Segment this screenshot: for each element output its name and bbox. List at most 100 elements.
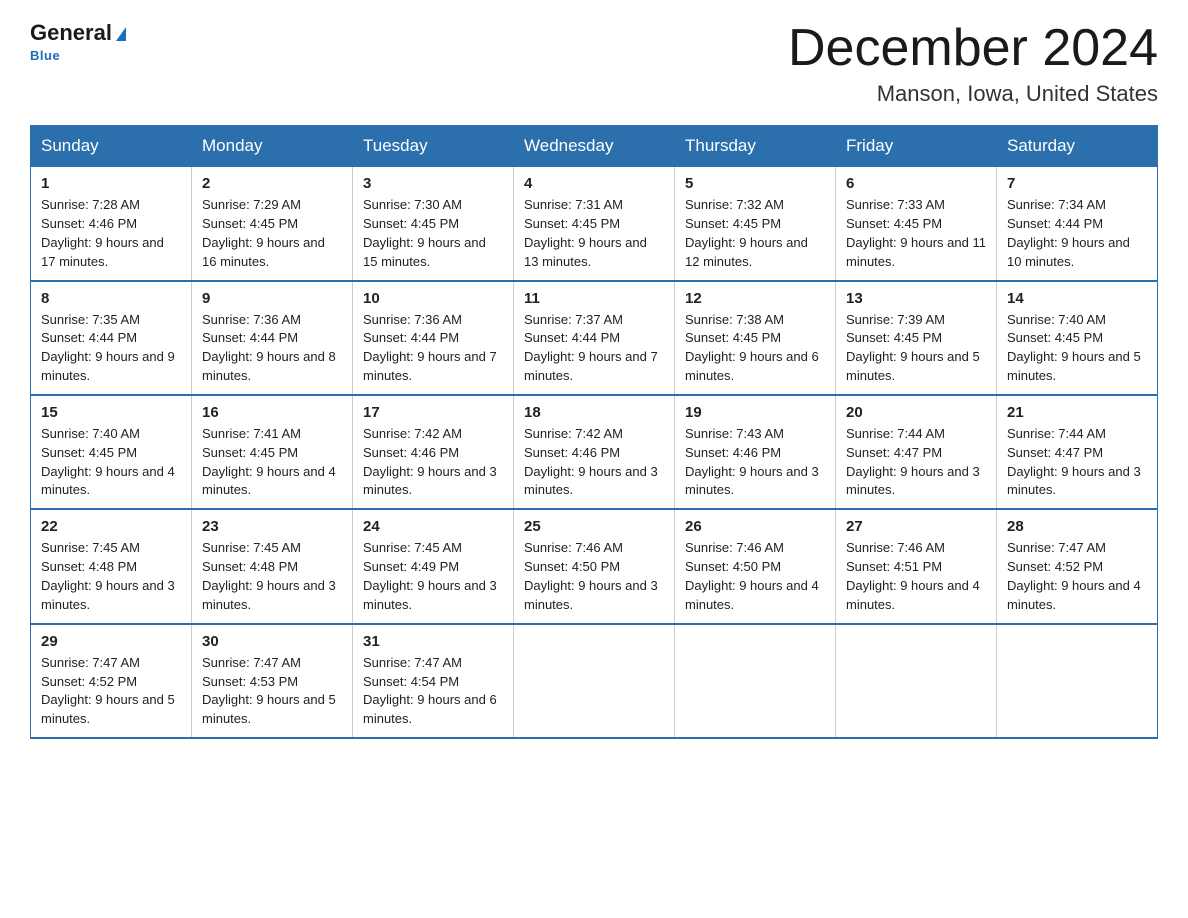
day-info: Sunrise: 7:28 AMSunset: 4:46 PMDaylight:… bbox=[41, 196, 181, 271]
calendar-cell: 28 Sunrise: 7:47 AMSunset: 4:52 PMDaylig… bbox=[997, 509, 1158, 623]
day-info: Sunrise: 7:38 AMSunset: 4:45 PMDaylight:… bbox=[685, 311, 825, 386]
calendar-cell bbox=[514, 624, 675, 738]
calendar-cell: 23 Sunrise: 7:45 AMSunset: 4:48 PMDaylig… bbox=[192, 509, 353, 623]
calendar-cell: 13 Sunrise: 7:39 AMSunset: 4:45 PMDaylig… bbox=[836, 281, 997, 395]
day-number: 13 bbox=[846, 290, 986, 307]
day-info: Sunrise: 7:47 AMSunset: 4:52 PMDaylight:… bbox=[1007, 539, 1147, 614]
day-info: Sunrise: 7:42 AMSunset: 4:46 PMDaylight:… bbox=[524, 425, 664, 500]
day-number: 21 bbox=[1007, 404, 1147, 421]
calendar-cell: 24 Sunrise: 7:45 AMSunset: 4:49 PMDaylig… bbox=[353, 509, 514, 623]
day-number: 22 bbox=[41, 518, 181, 535]
calendar-cell: 1 Sunrise: 7:28 AMSunset: 4:46 PMDayligh… bbox=[31, 167, 192, 281]
day-number: 30 bbox=[202, 633, 342, 650]
calendar-cell: 25 Sunrise: 7:46 AMSunset: 4:50 PMDaylig… bbox=[514, 509, 675, 623]
day-number: 9 bbox=[202, 290, 342, 307]
calendar-week-2: 8 Sunrise: 7:35 AMSunset: 4:44 PMDayligh… bbox=[31, 281, 1158, 395]
col-friday: Friday bbox=[836, 126, 997, 167]
calendar-cell: 27 Sunrise: 7:46 AMSunset: 4:51 PMDaylig… bbox=[836, 509, 997, 623]
col-tuesday: Tuesday bbox=[353, 126, 514, 167]
col-saturday: Saturday bbox=[997, 126, 1158, 167]
day-number: 11 bbox=[524, 290, 664, 307]
calendar-cell: 26 Sunrise: 7:46 AMSunset: 4:50 PMDaylig… bbox=[675, 509, 836, 623]
page-header: General Blue December 2024 Manson, Iowa,… bbox=[30, 20, 1158, 107]
location-title: Manson, Iowa, United States bbox=[788, 81, 1158, 107]
title-area: December 2024 Manson, Iowa, United State… bbox=[788, 20, 1158, 107]
day-info: Sunrise: 7:36 AMSunset: 4:44 PMDaylight:… bbox=[363, 311, 503, 386]
day-info: Sunrise: 7:45 AMSunset: 4:48 PMDaylight:… bbox=[202, 539, 342, 614]
calendar-cell: 16 Sunrise: 7:41 AMSunset: 4:45 PMDaylig… bbox=[192, 395, 353, 509]
calendar-week-4: 22 Sunrise: 7:45 AMSunset: 4:48 PMDaylig… bbox=[31, 509, 1158, 623]
calendar-cell: 7 Sunrise: 7:34 AMSunset: 4:44 PMDayligh… bbox=[997, 167, 1158, 281]
day-number: 19 bbox=[685, 404, 825, 421]
logo-text: General bbox=[30, 20, 126, 46]
day-number: 24 bbox=[363, 518, 503, 535]
day-info: Sunrise: 7:47 AMSunset: 4:52 PMDaylight:… bbox=[41, 654, 181, 729]
logo: General Blue bbox=[30, 20, 126, 63]
calendar-cell: 3 Sunrise: 7:30 AMSunset: 4:45 PMDayligh… bbox=[353, 167, 514, 281]
calendar-cell bbox=[997, 624, 1158, 738]
calendar-cell: 19 Sunrise: 7:43 AMSunset: 4:46 PMDaylig… bbox=[675, 395, 836, 509]
calendar-cell bbox=[836, 624, 997, 738]
col-thursday: Thursday bbox=[675, 126, 836, 167]
calendar-cell: 18 Sunrise: 7:42 AMSunset: 4:46 PMDaylig… bbox=[514, 395, 675, 509]
logo-blue: Blue bbox=[30, 48, 60, 63]
col-wednesday: Wednesday bbox=[514, 126, 675, 167]
logo-triangle-icon bbox=[116, 27, 126, 41]
calendar-table: Sunday Monday Tuesday Wednesday Thursday… bbox=[30, 125, 1158, 739]
day-number: 27 bbox=[846, 518, 986, 535]
day-number: 3 bbox=[363, 175, 503, 192]
calendar-cell: 4 Sunrise: 7:31 AMSunset: 4:45 PMDayligh… bbox=[514, 167, 675, 281]
day-info: Sunrise: 7:47 AMSunset: 4:54 PMDaylight:… bbox=[363, 654, 503, 729]
day-info: Sunrise: 7:46 AMSunset: 4:50 PMDaylight:… bbox=[524, 539, 664, 614]
calendar-cell: 6 Sunrise: 7:33 AMSunset: 4:45 PMDayligh… bbox=[836, 167, 997, 281]
calendar-cell: 21 Sunrise: 7:44 AMSunset: 4:47 PMDaylig… bbox=[997, 395, 1158, 509]
day-info: Sunrise: 7:47 AMSunset: 4:53 PMDaylight:… bbox=[202, 654, 342, 729]
day-info: Sunrise: 7:32 AMSunset: 4:45 PMDaylight:… bbox=[685, 196, 825, 271]
day-number: 14 bbox=[1007, 290, 1147, 307]
day-number: 20 bbox=[846, 404, 986, 421]
day-info: Sunrise: 7:31 AMSunset: 4:45 PMDaylight:… bbox=[524, 196, 664, 271]
day-number: 1 bbox=[41, 175, 181, 192]
day-info: Sunrise: 7:41 AMSunset: 4:45 PMDaylight:… bbox=[202, 425, 342, 500]
day-info: Sunrise: 7:35 AMSunset: 4:44 PMDaylight:… bbox=[41, 311, 181, 386]
calendar-cell: 9 Sunrise: 7:36 AMSunset: 4:44 PMDayligh… bbox=[192, 281, 353, 395]
day-number: 29 bbox=[41, 633, 181, 650]
day-info: Sunrise: 7:29 AMSunset: 4:45 PMDaylight:… bbox=[202, 196, 342, 271]
calendar-cell: 8 Sunrise: 7:35 AMSunset: 4:44 PMDayligh… bbox=[31, 281, 192, 395]
calendar-cell bbox=[675, 624, 836, 738]
day-info: Sunrise: 7:46 AMSunset: 4:50 PMDaylight:… bbox=[685, 539, 825, 614]
day-number: 5 bbox=[685, 175, 825, 192]
calendar-cell: 2 Sunrise: 7:29 AMSunset: 4:45 PMDayligh… bbox=[192, 167, 353, 281]
day-info: Sunrise: 7:42 AMSunset: 4:46 PMDaylight:… bbox=[363, 425, 503, 500]
calendar-cell: 5 Sunrise: 7:32 AMSunset: 4:45 PMDayligh… bbox=[675, 167, 836, 281]
day-number: 6 bbox=[846, 175, 986, 192]
day-info: Sunrise: 7:44 AMSunset: 4:47 PMDaylight:… bbox=[846, 425, 986, 500]
day-info: Sunrise: 7:45 AMSunset: 4:48 PMDaylight:… bbox=[41, 539, 181, 614]
day-info: Sunrise: 7:46 AMSunset: 4:51 PMDaylight:… bbox=[846, 539, 986, 614]
calendar-cell: 31 Sunrise: 7:47 AMSunset: 4:54 PMDaylig… bbox=[353, 624, 514, 738]
calendar-cell: 30 Sunrise: 7:47 AMSunset: 4:53 PMDaylig… bbox=[192, 624, 353, 738]
calendar-week-1: 1 Sunrise: 7:28 AMSunset: 4:46 PMDayligh… bbox=[31, 167, 1158, 281]
calendar-cell: 11 Sunrise: 7:37 AMSunset: 4:44 PMDaylig… bbox=[514, 281, 675, 395]
day-number: 8 bbox=[41, 290, 181, 307]
day-info: Sunrise: 7:33 AMSunset: 4:45 PMDaylight:… bbox=[846, 196, 986, 271]
calendar-header-row: Sunday Monday Tuesday Wednesday Thursday… bbox=[31, 126, 1158, 167]
day-info: Sunrise: 7:36 AMSunset: 4:44 PMDaylight:… bbox=[202, 311, 342, 386]
calendar-cell: 17 Sunrise: 7:42 AMSunset: 4:46 PMDaylig… bbox=[353, 395, 514, 509]
day-info: Sunrise: 7:45 AMSunset: 4:49 PMDaylight:… bbox=[363, 539, 503, 614]
day-number: 31 bbox=[363, 633, 503, 650]
calendar-cell: 20 Sunrise: 7:44 AMSunset: 4:47 PMDaylig… bbox=[836, 395, 997, 509]
calendar-week-3: 15 Sunrise: 7:40 AMSunset: 4:45 PMDaylig… bbox=[31, 395, 1158, 509]
day-number: 17 bbox=[363, 404, 503, 421]
day-number: 25 bbox=[524, 518, 664, 535]
calendar-cell: 12 Sunrise: 7:38 AMSunset: 4:45 PMDaylig… bbox=[675, 281, 836, 395]
day-number: 18 bbox=[524, 404, 664, 421]
day-number: 15 bbox=[41, 404, 181, 421]
day-info: Sunrise: 7:43 AMSunset: 4:46 PMDaylight:… bbox=[685, 425, 825, 500]
day-number: 23 bbox=[202, 518, 342, 535]
day-info: Sunrise: 7:39 AMSunset: 4:45 PMDaylight:… bbox=[846, 311, 986, 386]
day-number: 16 bbox=[202, 404, 342, 421]
day-number: 12 bbox=[685, 290, 825, 307]
col-monday: Monday bbox=[192, 126, 353, 167]
day-info: Sunrise: 7:34 AMSunset: 4:44 PMDaylight:… bbox=[1007, 196, 1147, 271]
